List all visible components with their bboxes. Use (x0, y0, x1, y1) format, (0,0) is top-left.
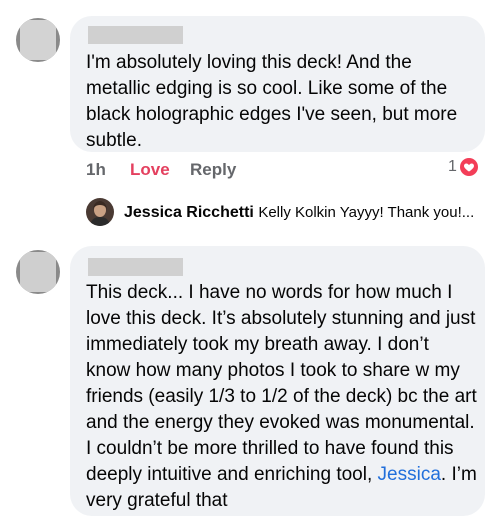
comment-text-part: This deck... I have no words for how muc… (86, 282, 477, 485)
mention-link[interactable]: Jessica (378, 464, 441, 485)
reaction-summary[interactable]: 1 (448, 158, 478, 176)
profile-photo-icon (90, 201, 110, 226)
comment-timestamp[interactable]: 1h (86, 160, 106, 180)
avatar-redaction (20, 20, 56, 60)
commenter-name-redacted[interactable] (88, 258, 183, 276)
comment-bubble: I'm absolutely loving this deck! And the… (70, 16, 485, 152)
commenter-name-redacted[interactable] (88, 26, 183, 44)
heart-icon (459, 158, 478, 176)
love-reaction-button[interactable]: Love (130, 160, 170, 180)
reply-preview[interactable]: Jessica Ricchetti Kelly Kolkin Yayyy! Th… (124, 204, 474, 222)
comment-text: I'm absolutely loving this deck! And the… (86, 52, 458, 151)
reply-button[interactable]: Reply (190, 160, 236, 180)
comment-text: This deck... I have no words for how muc… (86, 280, 478, 514)
commenter-avatar[interactable] (16, 250, 60, 294)
comment-bubble: This deck... I have no words for how muc… (70, 246, 485, 516)
avatar-redaction (20, 252, 56, 292)
reply-author-avatar[interactable] (86, 198, 114, 226)
reply-author-name[interactable]: Jessica Ricchetti (124, 204, 254, 221)
reply-text: Kelly Kolkin Yayyy! Thank you!... (258, 204, 475, 221)
reaction-count: 1 (448, 158, 457, 175)
commenter-avatar[interactable] (16, 18, 60, 62)
